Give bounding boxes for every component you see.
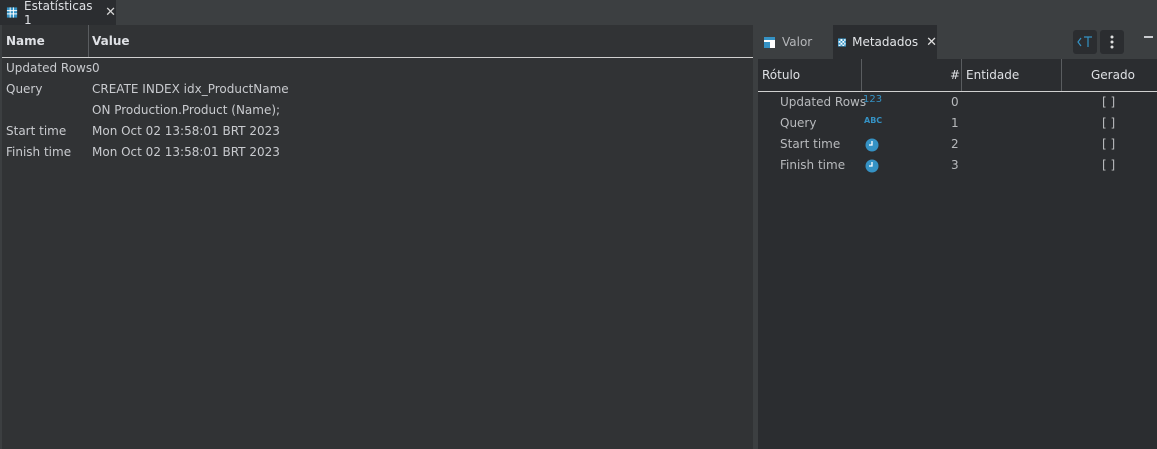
close-icon[interactable]: ✕	[105, 5, 116, 20]
table-row[interactable]: Updated Rows 0	[6, 58, 746, 79]
row-generated: [ ]	[1102, 95, 1116, 109]
column-divider[interactable]	[861, 59, 862, 91]
clock-icon	[865, 138, 879, 152]
table-row[interactable]: ON Production.Product (Name);	[6, 100, 746, 121]
column-divider[interactable]	[1061, 59, 1062, 91]
tab-label: Metadados	[852, 35, 919, 49]
table-row[interactable]: Finish time Mon Oct 02 13:58:01 BRT 2023	[6, 142, 746, 163]
statistics-table-header: Name Value	[2, 25, 753, 58]
string-type-icon: ABC	[864, 116, 883, 125]
row-value: 0	[92, 61, 100, 75]
table-row[interactable]: Start time 2 [ ]	[758, 134, 1157, 155]
tab-metadados[interactable]: Metadados ✕	[833, 25, 937, 59]
tab-valor[interactable]: Valor	[758, 25, 833, 59]
row-name: Query	[6, 82, 43, 96]
table-row[interactable]: Start time Mon Oct 02 13:58:01 BRT 2023	[6, 121, 746, 142]
side-panel-tabs: Valor Metadados ✕	[758, 25, 1157, 59]
row-name: Start time	[6, 124, 67, 138]
table-row[interactable]: Updated Rows 123 0 [ ]	[758, 92, 1157, 113]
more-options-button[interactable]	[1100, 30, 1124, 54]
tab-label: Estatísticas 1	[24, 0, 93, 27]
row-generated: [ ]	[1102, 137, 1116, 151]
text-format-button[interactable]	[1073, 30, 1097, 54]
row-value: Mon Oct 02 13:58:01 BRT 2023	[92, 145, 280, 159]
close-icon[interactable]: ✕	[926, 35, 937, 50]
row-index: 1	[951, 116, 959, 130]
metadata-table-header: Rótulo # Entidade Gerado	[758, 59, 1157, 92]
table-row[interactable]: Finish time 3 [ ]	[758, 155, 1157, 176]
column-header-generated[interactable]: Gerado	[1091, 68, 1135, 82]
vertical-dots-icon	[1110, 35, 1114, 49]
grid-icon	[6, 7, 18, 18]
column-divider[interactable]	[961, 59, 962, 91]
side-panel: Valor Metadados ✕ Rótulo # Entidade Gera…	[758, 25, 1157, 449]
row-value: ON Production.Product (Name);	[92, 103, 281, 117]
tab-estatisticas[interactable]: Estatísticas 1 ✕	[0, 0, 116, 27]
row-label: Start time	[780, 137, 841, 151]
column-header-label[interactable]: Rótulo	[762, 68, 800, 82]
row-label: Query	[780, 116, 817, 130]
table-row[interactable]: Query ABC 1 [ ]	[758, 113, 1157, 134]
clock-icon	[865, 159, 879, 173]
row-value: Mon Oct 02 13:58:01 BRT 2023	[92, 124, 280, 138]
row-generated: [ ]	[1102, 116, 1116, 130]
row-name: Updated Rows	[6, 61, 93, 75]
row-index: 3	[951, 158, 959, 172]
row-label: Finish time	[780, 158, 846, 172]
text-format-icon	[1077, 36, 1092, 47]
metadata-icon	[838, 37, 847, 47]
column-header-entity[interactable]: Entidade	[966, 68, 1019, 82]
column-header-value[interactable]: Value	[92, 34, 130, 48]
row-index: 0	[951, 95, 959, 109]
column-divider[interactable]	[88, 25, 89, 57]
row-generated: [ ]	[1102, 158, 1116, 172]
row-index: 2	[951, 137, 959, 151]
column-header-index[interactable]: #	[950, 68, 960, 82]
number-type-icon: 123	[863, 94, 883, 105]
column-header-name[interactable]: Name	[6, 34, 45, 48]
tab-label: Valor	[782, 35, 813, 49]
statistics-panel: Name Value Updated Rows 0 Query CREATE I…	[0, 25, 753, 449]
table-row[interactable]: Query CREATE INDEX idx_ProductName	[6, 79, 746, 100]
minimize-icon[interactable]	[1144, 36, 1153, 38]
value-panel-icon	[764, 36, 775, 48]
row-name: Finish time	[6, 145, 72, 159]
row-value: CREATE INDEX idx_ProductName	[92, 82, 289, 96]
row-label: Updated Rows	[780, 95, 867, 109]
editor-tab-bar	[0, 0, 1157, 26]
